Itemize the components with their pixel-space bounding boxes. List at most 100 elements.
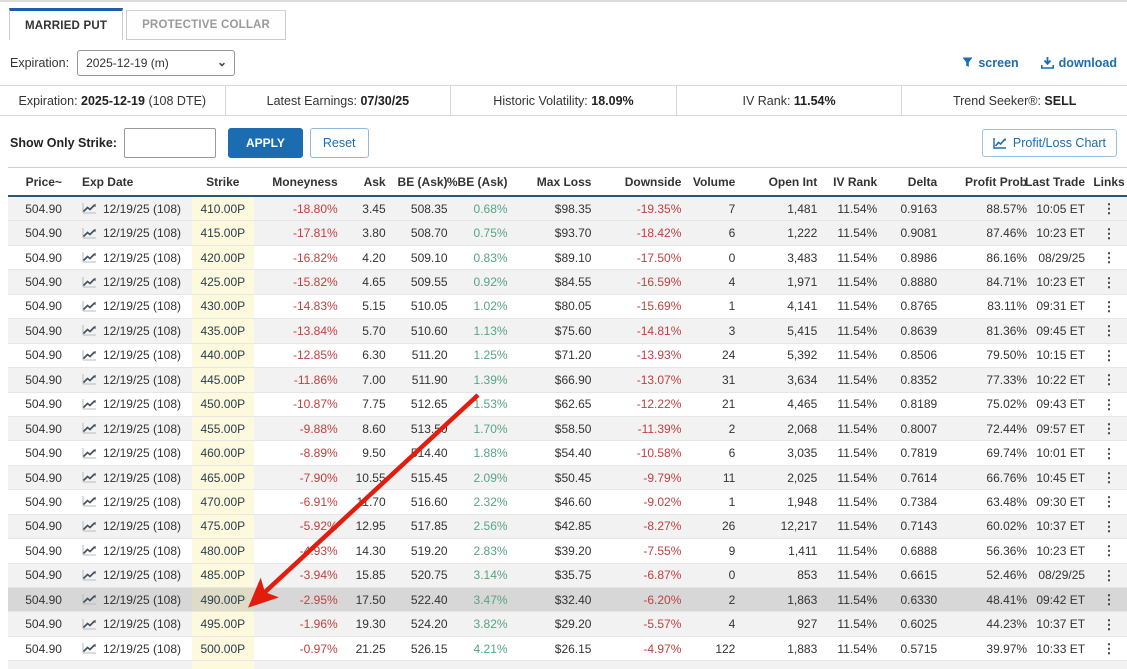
table-row[interactable]: 504.9012/19/25 (108)480.00P-4.93%14.3051…	[8, 539, 1127, 563]
mini-chart-icon[interactable]	[82, 399, 97, 410]
cell-iv_rank: 11.54%	[823, 197, 883, 220]
table-row[interactable]: 504.9012/19/25 (108)490.00P-2.95%17.5052…	[8, 588, 1127, 612]
table-row[interactable]: 504.9012/19/25 (108)435.00P-13.84%5.7051…	[8, 319, 1127, 343]
apply-button[interactable]: APPLY	[228, 128, 303, 158]
table-row[interactable]: 504.9012/19/25 (108)475.00P-5.92%12.9551…	[8, 515, 1127, 539]
row-links-kebab-icon[interactable]: ⋮	[1103, 349, 1116, 362]
row-links-kebab-icon[interactable]: ⋮	[1103, 373, 1116, 386]
column-header-moneyness[interactable]: Moneyness	[254, 175, 344, 189]
mini-chart-icon[interactable]	[82, 301, 97, 312]
row-links-kebab-icon[interactable]: ⋮	[1103, 495, 1116, 508]
column-header-price[interactable]: Price~	[8, 175, 68, 189]
mini-chart-icon[interactable]	[82, 277, 97, 288]
expiration-select-value: 2025-12-19 (m)	[86, 56, 169, 70]
cell-open_int: 1,481	[741, 197, 823, 220]
table-row[interactable]: 504.9012/19/25 (108)410.00P-18.80%3.4550…	[8, 197, 1127, 221]
column-header-links[interactable]: Links	[1091, 175, 1127, 189]
mini-chart-icon[interactable]	[82, 325, 97, 336]
mini-chart-icon[interactable]	[82, 619, 97, 630]
column-header-open_int[interactable]: Open Int	[741, 175, 823, 189]
mini-chart-icon[interactable]	[82, 594, 97, 605]
row-links-kebab-icon[interactable]: ⋮	[1103, 642, 1116, 655]
reset-button[interactable]: Reset	[310, 128, 369, 158]
table-row[interactable]: 504.9012/19/25 (108)415.00P-17.81%3.8050…	[8, 221, 1127, 245]
column-header-exp[interactable]: Exp Date	[68, 175, 192, 189]
table-row[interactable]: 504.9012/19/25 (108)470.00P-6.91%11.7051…	[8, 490, 1127, 514]
table-row[interactable]: 504.9012/19/25 (108)440.00P-12.85%6.3051…	[8, 344, 1127, 368]
cell-iv_rank: 11.54%	[823, 515, 883, 538]
column-header-last_trade[interactable]: Last Trade	[1033, 175, 1091, 189]
mini-chart-icon[interactable]	[82, 643, 97, 654]
row-links-kebab-icon[interactable]: ⋮	[1103, 471, 1116, 484]
row-links-kebab-icon[interactable]: ⋮	[1103, 300, 1116, 313]
cell-profit_prob: 84.71%	[943, 270, 1033, 293]
mini-chart-icon[interactable]	[82, 496, 97, 507]
cell-last_trade: 10:22 ET	[1033, 368, 1091, 391]
strike-filter-input[interactable]	[124, 128, 216, 158]
cell-open_int: 1,883	[741, 637, 823, 660]
table-row[interactable]: 504.9012/19/25 (108)430.00P-14.83%5.1551…	[8, 295, 1127, 319]
row-links-kebab-icon[interactable]: ⋮	[1103, 569, 1116, 582]
cell-be_pct: 3.47%	[454, 588, 514, 611]
table-row[interactable]: 504.9012/19/25 (108)500.00P-0.97%21.2552…	[8, 637, 1127, 661]
mini-chart-icon[interactable]	[82, 448, 97, 459]
tab-protective-collar[interactable]: PROTECTIVE COLLAR	[126, 10, 286, 40]
row-links-kebab-icon[interactable]: ⋮	[1103, 422, 1116, 435]
column-header-profit_prob[interactable]: Profit Prob	[943, 175, 1033, 189]
column-header-strike[interactable]: Strike	[192, 175, 254, 189]
mini-chart-icon[interactable]	[82, 521, 97, 532]
mini-chart-icon[interactable]	[82, 423, 97, 434]
row-links-kebab-icon[interactable]: ⋮	[1103, 398, 1116, 411]
cell-ask: 3.80	[344, 221, 392, 244]
table-row[interactable]: 504.9012/19/25 (108)485.00P-3.94%15.8552…	[8, 564, 1127, 588]
column-header-max_loss[interactable]: Max Loss	[514, 175, 598, 189]
column-header-volume[interactable]: Volume	[687, 175, 741, 189]
column-header-downside[interactable]: Downside	[597, 175, 687, 189]
table-row[interactable]: 504.9012/19/25 (108)495.00P-1.96%19.3052…	[8, 612, 1127, 636]
row-links-kebab-icon[interactable]: ⋮	[1103, 593, 1116, 606]
row-links-kebab-icon[interactable]: ⋮	[1103, 276, 1116, 289]
table-row[interactable]: 504.9012/19/25 (108)460.00P-8.89%9.50514…	[8, 441, 1127, 465]
row-links-kebab-icon[interactable]: ⋮	[1103, 324, 1116, 337]
row-links-kebab-icon[interactable]: ⋮	[1103, 202, 1116, 215]
cell-price: 504.90	[8, 270, 68, 293]
cell-max_loss: $58.50	[514, 417, 598, 440]
mini-chart-icon[interactable]	[82, 203, 97, 214]
table-row[interactable]: 504.9012/19/25 (108)445.00P-11.86%7.0051…	[8, 368, 1127, 392]
column-header-be_pct[interactable]: %BE (Ask)	[454, 175, 514, 189]
table-row[interactable]: 504.9012/19/25 (108)455.00P-9.88%8.60513…	[8, 417, 1127, 441]
tab-married-put[interactable]: MARRIED PUT	[9, 8, 123, 40]
mini-chart-icon[interactable]	[82, 228, 97, 239]
download-button[interactable]: download	[1041, 56, 1117, 70]
cell-links: ⋮	[1091, 417, 1127, 440]
cell-open_int: 2,025	[741, 466, 823, 489]
mini-chart-icon[interactable]	[82, 374, 97, 385]
row-links-kebab-icon[interactable]: ⋮	[1103, 227, 1116, 240]
cell-links: ⋮	[1091, 441, 1127, 464]
expiration-select[interactable]: 2025-12-19 (m) ⌄	[77, 50, 235, 76]
table-row[interactable]: 504.9012/19/25 (108)425.00P-15.82%4.6550…	[8, 270, 1127, 294]
row-links-kebab-icon[interactable]: ⋮	[1103, 520, 1116, 533]
table-row[interactable]: 504.9012/19/25 (108)450.00P-10.87%7.7551…	[8, 393, 1127, 417]
screen-button[interactable]: screen	[962, 56, 1018, 70]
mini-chart-icon[interactable]	[82, 252, 97, 263]
mini-chart-icon[interactable]	[82, 472, 97, 483]
profit-loss-chart-button[interactable]: Profit/Loss Chart	[982, 129, 1117, 157]
column-header-ask[interactable]: Ask	[344, 175, 392, 189]
column-header-delta[interactable]: Delta	[883, 175, 943, 189]
mini-chart-icon[interactable]	[82, 350, 97, 361]
column-header-iv_rank[interactable]: IV Rank	[823, 175, 883, 189]
row-links-kebab-icon[interactable]: ⋮	[1103, 447, 1116, 460]
cell-moneyness: -12.85%	[254, 344, 344, 367]
table-row[interactable]: 504.9012/19/25 (108)420.00P-16.82%4.2050…	[8, 246, 1127, 270]
row-links-kebab-icon[interactable]: ⋮	[1103, 251, 1116, 264]
row-links-kebab-icon[interactable]: ⋮	[1103, 618, 1116, 631]
column-header-be[interactable]: BE (Ask)	[392, 175, 454, 189]
row-links-kebab-icon[interactable]: ⋮	[1103, 544, 1116, 557]
mini-chart-icon[interactable]	[82, 570, 97, 581]
cell-volume: 3	[687, 319, 741, 342]
table-row[interactable]: 504.9012/19/25 (108)465.00P-7.90%10.5551…	[8, 466, 1127, 490]
mini-chart-icon[interactable]	[82, 545, 97, 556]
cell-be_pct: 0.75%	[454, 221, 514, 244]
cell-profit_prob: 48.41%	[943, 588, 1033, 611]
